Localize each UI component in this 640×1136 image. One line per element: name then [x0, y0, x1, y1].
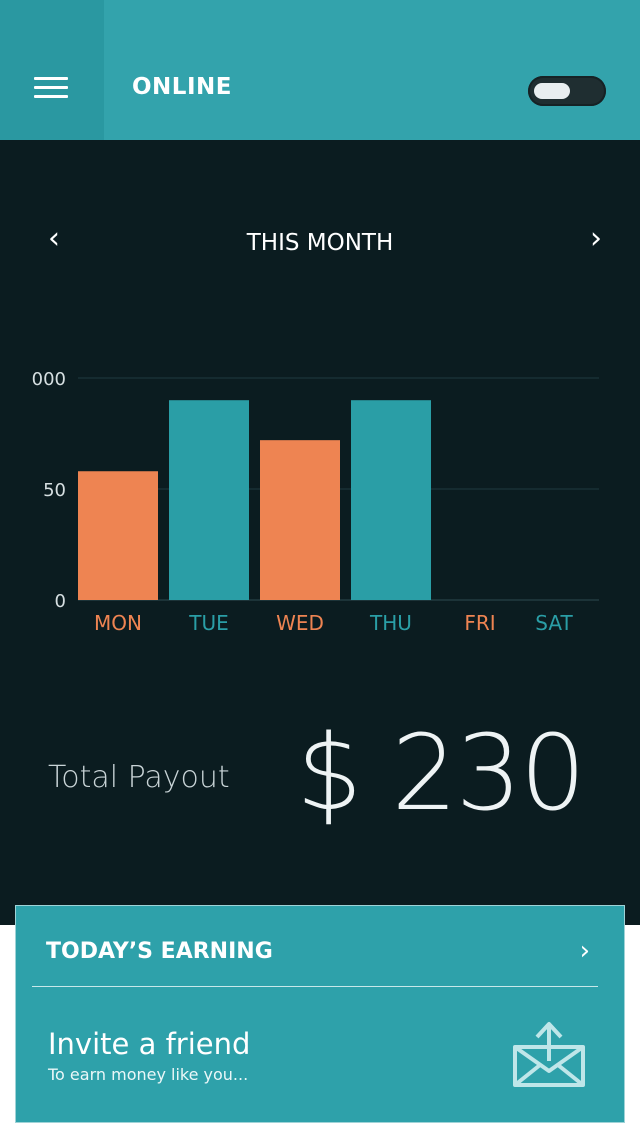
earnings-card: TODAY’S EARNING › Invite a friend To ear… [15, 905, 625, 1123]
x-tick-label: FRI [464, 611, 495, 635]
y-tick-label: 50 [43, 480, 66, 501]
status-title: ONLINE [132, 74, 232, 100]
bar-wed [260, 440, 340, 600]
x-tick-label: WED [276, 611, 324, 635]
chevron-right-icon[interactable]: › [590, 224, 602, 254]
bar-tue [169, 400, 249, 600]
header-bar: ONLINE [0, 0, 640, 140]
x-tick-label: MON [94, 611, 142, 635]
y-tick-label: 0 [55, 591, 66, 612]
todays-earning-row[interactable]: TODAY’S EARNING › [16, 906, 624, 986]
hamburger-menu-icon[interactable] [34, 77, 68, 99]
x-tick-label: TUE [188, 611, 229, 635]
total-payout-amount: $ 230 [296, 712, 586, 834]
x-tick-label: THU [369, 611, 412, 635]
menu-button[interactable] [0, 0, 104, 140]
bar-thu [351, 400, 431, 600]
x-tick-label: SAT [535, 611, 573, 635]
y-tick-label: 000 [32, 369, 66, 390]
chevron-right-icon: › [579, 936, 590, 966]
total-payout-label: Total Payout [48, 760, 230, 795]
todays-earning-title: TODAY’S EARNING [46, 939, 273, 964]
mail-send-icon [513, 1022, 585, 1087]
weekly-bar-chart: 0 50 000 MON TUE WED THU FRI SAT [32, 369, 599, 635]
bar-mon [78, 471, 158, 600]
toggle-knob [534, 83, 570, 99]
online-toggle[interactable] [528, 76, 606, 106]
invite-friend-row[interactable]: Invite a friend To earn money like you..… [16, 987, 624, 1123]
invite-subtitle: To earn money like you... [48, 1065, 249, 1084]
period-title: THIS MONTH [246, 230, 394, 256]
invite-title: Invite a friend [48, 1027, 251, 1061]
